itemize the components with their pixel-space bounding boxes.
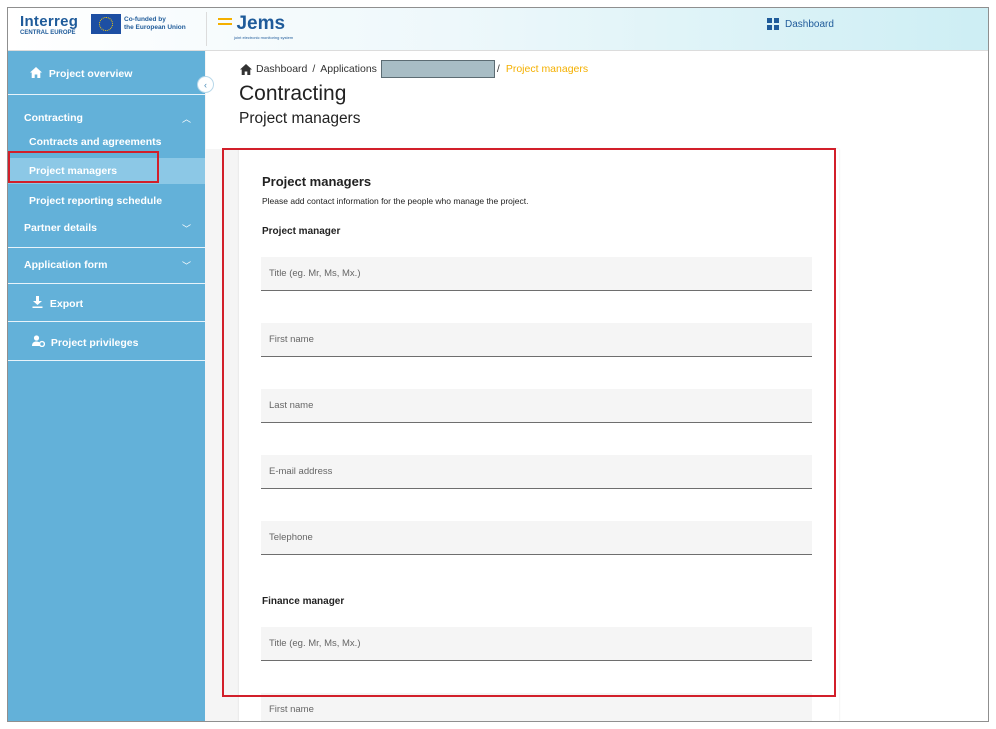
sidebar-item-label: Application form: [24, 259, 108, 271]
chevron-left-icon: ‹: [204, 80, 207, 90]
sidebar-item-label: Project privileges: [50, 337, 139, 349]
fm-first-name-input[interactable]: [261, 693, 812, 721]
sidebar-item-project-privileges[interactable]: Project privileges: [8, 335, 205, 349]
dashboard-grid-icon: [767, 18, 779, 30]
download-icon: [32, 296, 43, 308]
chevron-up-icon: ︿: [181, 114, 191, 124]
interreg-logo[interactable]: Interreg CENTRAL EUROPE: [20, 14, 86, 37]
breadcrumb-applications-link[interactable]: Applications: [320, 63, 377, 75]
breadcrumb-separator: /: [312, 63, 316, 75]
sidebar-item-label: Contracts and agreements: [29, 136, 162, 148]
page-title: Contracting: [239, 82, 347, 105]
eu-flag-icon: [91, 14, 121, 34]
highlight-box-form: [222, 148, 836, 697]
user-settings-icon: [32, 335, 46, 348]
sidebar-collapse-button[interactable]: ‹: [197, 76, 214, 93]
eu-cofunded-text: Co-funded by the European Union: [124, 16, 186, 31]
sidebar-item-export[interactable]: Export: [8, 296, 205, 310]
breadcrumb-separator: /: [496, 63, 500, 75]
app-window: Interreg CENTRAL EUROPE Co-funded by the…: [7, 7, 989, 722]
home-icon: [240, 63, 252, 75]
sidebar-item-project-overview[interactable]: Project overview: [8, 67, 205, 80]
interreg-logo-subtitle: CENTRAL EUROPE: [20, 30, 76, 36]
breadcrumb-current: Project managers: [505, 63, 589, 75]
header-divider: [206, 12, 207, 46]
sidebar-divider: [8, 283, 205, 284]
eu-text-line1: Co-funded by: [124, 16, 166, 23]
sidebar-item-contracts-agreements[interactable]: Contracts and agreements: [8, 136, 205, 148]
eu-text-line2: the European Union: [124, 23, 186, 31]
breadcrumb: Dashboard / Applications / Project manag…: [240, 60, 588, 78]
top-header: Interreg CENTRAL EUROPE Co-funded by the…: [8, 8, 988, 51]
sidebar-divider: [8, 94, 205, 95]
sidebar-item-label: Partner details: [24, 222, 97, 234]
jems-logo[interactable]: Jems joint electronic monitoring system: [218, 13, 293, 40]
chevron-down-icon: ﹀: [181, 261, 191, 271]
interreg-logo-title: Interreg: [20, 13, 79, 30]
fm-first-name-field[interactable]: [261, 693, 812, 721]
sidebar-item-reporting-schedule[interactable]: Project reporting schedule: [8, 195, 205, 207]
sidebar-divider: [8, 360, 205, 361]
sidebar-divider: [8, 247, 205, 248]
page-subtitle: Project managers: [239, 110, 361, 127]
jems-logo-name: Jems: [236, 13, 286, 34]
chevron-down-icon: ﹀: [181, 224, 191, 234]
highlight-box-sidebar: [8, 151, 159, 183]
sidebar-item-partner-details[interactable]: Partner details ﹀: [8, 222, 205, 234]
sidebar-item-label: Export: [49, 298, 84, 310]
main-content: Dashboard / Applications / Project manag…: [206, 51, 988, 721]
sidebar-item-label: Project overview: [48, 68, 133, 80]
breadcrumb-dashboard-link[interactable]: Dashboard: [256, 63, 307, 75]
sidebar-item-application-form[interactable]: Application form ﹀: [8, 259, 205, 271]
sidebar-item-label: Contracting: [24, 112, 83, 124]
home-icon: [30, 67, 42, 78]
jems-logo-tagline: joint electronic monitoring system: [234, 35, 294, 40]
jems-logo-icon: [218, 18, 232, 28]
dashboard-link[interactable]: Dashboard: [767, 18, 834, 30]
sidebar-item-contracting[interactable]: Contracting ︿: [8, 112, 205, 124]
dashboard-link-label: Dashboard: [785, 18, 834, 30]
redacted-project-name: [380, 60, 495, 78]
sidebar-item-label: Project reporting schedule: [29, 195, 163, 207]
sidebar-divider: [8, 321, 205, 322]
